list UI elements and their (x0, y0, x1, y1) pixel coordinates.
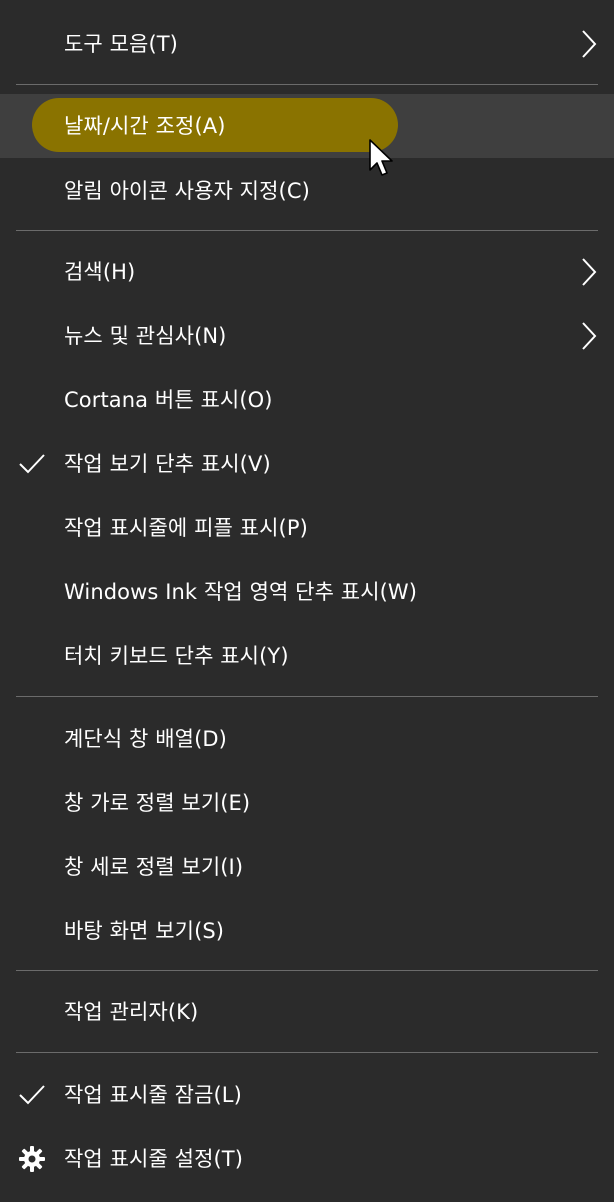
menu-item-label: 작업 표시줄에 피플 표시(P) (64, 516, 308, 540)
chevron-right-icon (582, 322, 597, 350)
menu-item-news-interests[interactable]: 뉴스 및 관심사(N) (0, 306, 614, 366)
menu-item-label: Cortana 버튼 표시(O) (64, 388, 273, 412)
separator (16, 970, 598, 971)
checkmark-icon (19, 1085, 45, 1105)
menu-item-adjust-date-time[interactable]: 날짜/시간 조정(A) (0, 96, 614, 156)
separator (16, 84, 598, 85)
menu-item-show-touch-keyboard-button[interactable]: 터치 키보드 단추 표시(Y) (0, 626, 614, 686)
menu-item-label: Windows Ink 작업 영역 단추 표시(W) (64, 580, 418, 604)
menu-item-label: 창 가로 정렬 보기(E) (64, 791, 251, 815)
gear-icon (19, 1146, 45, 1172)
menu-item-label: 알림 아이콘 사용자 지정(C) (64, 179, 310, 203)
menu-item-label: 계단식 창 배열(D) (64, 727, 227, 751)
separator (16, 230, 598, 231)
menu-item-label: 바탕 화면 보기(S) (64, 919, 225, 943)
menu-item-taskbar-settings[interactable]: 작업 표시줄 설정(T) (0, 1129, 614, 1189)
menu-item-search[interactable]: 검색(H) (0, 242, 614, 302)
menu-item-customize-notification-icons[interactable]: 알림 아이콘 사용자 지정(C) (0, 161, 614, 221)
menu-item-label: 창 세로 정렬 보기(I) (64, 855, 244, 879)
menu-item-show-windows-ink-button[interactable]: Windows Ink 작업 영역 단추 표시(W) (0, 562, 614, 622)
menu-item-show-windows-side-by-side[interactable]: 창 세로 정렬 보기(I) (0, 837, 614, 897)
menu-item-label: 뉴스 및 관심사(N) (64, 324, 227, 348)
checkmark-icon (19, 454, 45, 474)
menu-item-toolbars[interactable]: 도구 모음(T) (0, 14, 614, 74)
menu-item-show-windows-stacked[interactable]: 창 가로 정렬 보기(E) (0, 773, 614, 833)
menu-item-task-manager[interactable]: 작업 관리자(K) (0, 982, 614, 1042)
menu-item-label: 터치 키보드 단추 표시(Y) (64, 644, 289, 668)
taskbar-context-menu: 도구 모음(T) 날짜/시간 조정(A) 알림 아이콘 사용자 지정(C) 검색… (0, 0, 614, 1202)
menu-item-label: 작업 관리자(K) (64, 1000, 199, 1024)
menu-item-cascade-windows[interactable]: 계단식 창 배열(D) (0, 709, 614, 769)
menu-item-label: 작업 보기 단추 표시(V) (64, 452, 271, 476)
menu-item-show-people[interactable]: 작업 표시줄에 피플 표시(P) (0, 498, 614, 558)
menu-item-label: 날짜/시간 조정(A) (64, 114, 226, 138)
menu-item-show-task-view-button[interactable]: 작업 보기 단추 표시(V) (0, 434, 614, 494)
chevron-right-icon (582, 30, 597, 58)
mouse-cursor-icon (369, 139, 393, 176)
menu-item-lock-taskbar[interactable]: 작업 표시줄 잠금(L) (0, 1065, 614, 1125)
menu-item-label: 검색(H) (64, 260, 136, 284)
chevron-right-icon (582, 258, 597, 286)
menu-item-label: 도구 모음(T) (64, 32, 178, 56)
menu-item-label: 작업 표시줄 잠금(L) (64, 1083, 242, 1107)
menu-item-show-desktop[interactable]: 바탕 화면 보기(S) (0, 901, 614, 961)
separator (16, 696, 598, 697)
menu-item-label: 작업 표시줄 설정(T) (64, 1147, 244, 1171)
separator (16, 1052, 598, 1053)
menu-item-show-cortana-button[interactable]: Cortana 버튼 표시(O) (0, 370, 614, 430)
